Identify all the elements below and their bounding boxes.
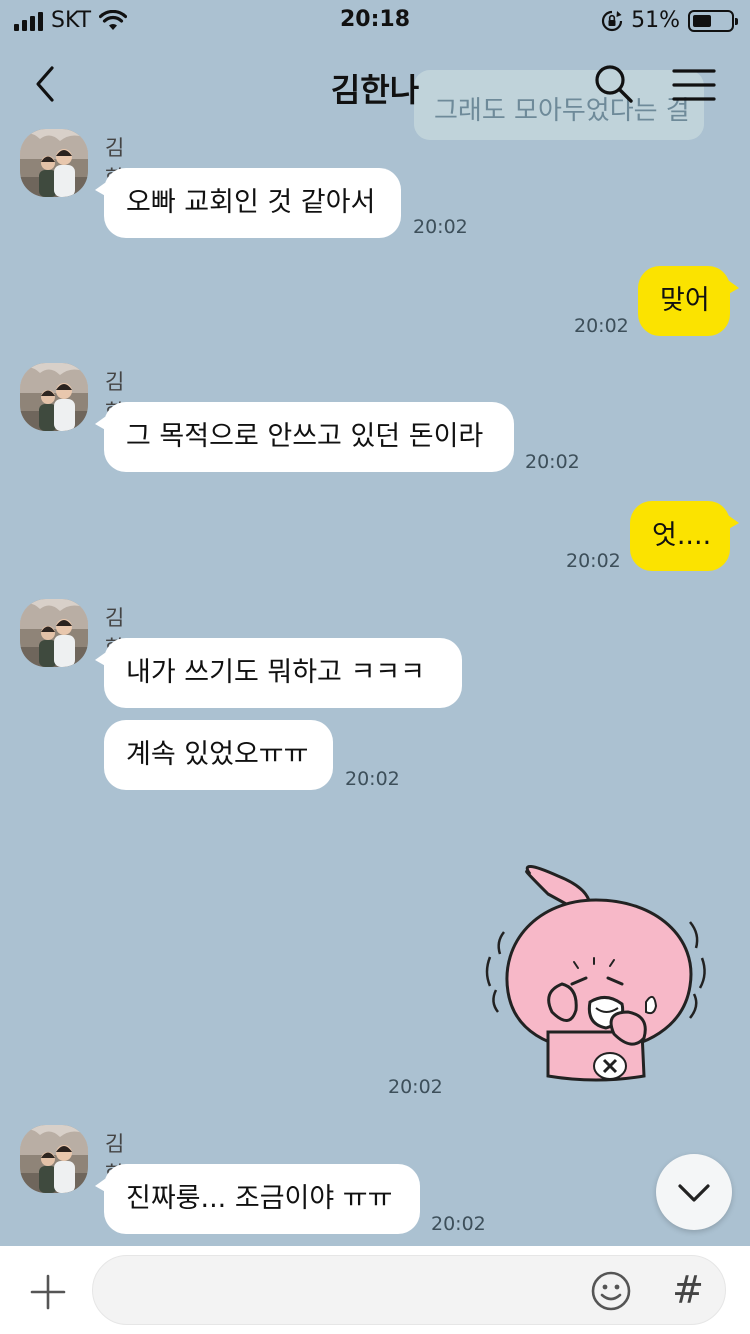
message-bubble[interactable]: 내가 쓰기도 뭐하고 ㅋㅋㅋ (95, 638, 462, 708)
status-right: 51% (601, 8, 738, 33)
message-bubble[interactable]: 그 목적으로 안쓰고 있던 돈이라 (95, 402, 514, 472)
status-bar: SKT 20:18 51% (0, 0, 750, 40)
message-time: 20:02 (345, 768, 400, 790)
message-bubble[interactable]: 오빠 교회인 것 같아서 (95, 168, 401, 238)
menu-button[interactable] (672, 68, 716, 102)
emoji-button[interactable] (590, 1270, 632, 1312)
chat-title: 김한나 (330, 71, 420, 109)
message-time: 20:02 (413, 216, 468, 238)
message-bubble[interactable]: 엇.... (630, 501, 739, 571)
sender-avatar[interactable] (20, 363, 88, 431)
message-input-bar: # (0, 1246, 750, 1334)
message-time: 20:02 (431, 1213, 486, 1235)
scroll-to-bottom-button[interactable] (656, 1154, 732, 1230)
message-bubble[interactable]: 맞어 (638, 266, 739, 336)
sender-avatar[interactable] (20, 599, 88, 667)
chat-header: 그래도 모아두었다는 걸 김한나 (0, 40, 750, 140)
message-time: 20:02 (566, 550, 621, 572)
sender-avatar[interactable] (20, 1125, 88, 1193)
attach-plus-button[interactable] (30, 1274, 66, 1310)
message-time: 20:02 (574, 315, 629, 337)
crying-rabbit-sticker[interactable] (478, 862, 714, 1084)
message-bubble[interactable]: 계속 있었오ㅠㅠ (104, 720, 333, 790)
battery-percent: 51% (631, 8, 680, 33)
sender-avatar[interactable] (20, 129, 88, 197)
battery-icon (688, 9, 738, 32)
message-time: 20:02 (525, 451, 580, 473)
message-bubble[interactable]: 진짜룽... 조금이야 ㅠㅠ (95, 1164, 420, 1234)
chevron-down-icon (678, 1184, 710, 1202)
hashtag-search-button[interactable]: # (668, 1268, 708, 1312)
orientation-lock-icon (602, 10, 623, 31)
search-button[interactable] (592, 62, 636, 106)
message-time: 20:02 (388, 1076, 443, 1098)
